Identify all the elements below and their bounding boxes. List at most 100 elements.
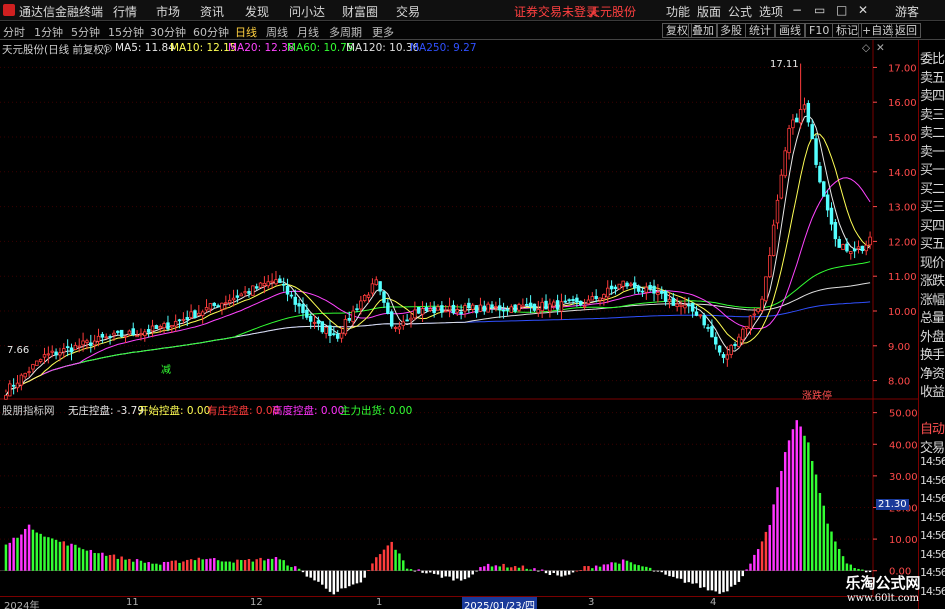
period-tab-5min[interactable]: 5分钟 xyxy=(71,24,100,40)
menu-item-jiaoyi[interactable]: 交易 xyxy=(396,3,420,20)
side-panel-item[interactable]: 涨跌 xyxy=(920,270,945,289)
side-panel-item[interactable]: 买五 xyxy=(920,233,945,252)
period-tab-30min[interactable]: 30分钟 xyxy=(150,24,186,40)
guest-label[interactable]: 游客 xyxy=(895,3,919,20)
indicator-bar xyxy=(556,570,559,576)
indicator-bar xyxy=(189,559,193,571)
side-panel-item[interactable]: 净资 xyxy=(920,363,945,382)
side-panel-item[interactable]: 现价 xyxy=(920,252,945,271)
kline-chart-area[interactable]: 8.00 9.00 10.00 11.00 12.00 13.00 14.00 15.00 16… xyxy=(0,40,918,596)
indicator-bar xyxy=(128,558,131,571)
side-panel-item[interactable]: 买四 xyxy=(920,215,945,234)
side-panel-item[interactable]: 卖四 xyxy=(920,85,945,104)
indicator-bar xyxy=(745,569,748,571)
close-icon[interactable]: ✕ xyxy=(858,3,868,17)
side-panel-item[interactable]: 总量 xyxy=(920,307,945,326)
login-status[interactable]: 证券交易未登录 xyxy=(514,3,598,20)
side-panel-item[interactable]: 卖五 xyxy=(920,67,945,86)
side-panel-item[interactable]: 收益 xyxy=(920,381,945,400)
indicator-bar xyxy=(398,553,401,571)
indicator-bar xyxy=(224,561,228,571)
menu-item-hangqing[interactable]: 行情 xyxy=(113,3,137,20)
chart-close-icon[interactable]: ✕ xyxy=(876,42,885,54)
indicator-bar xyxy=(97,553,100,571)
side-panel-item[interactable]: 14:56 xyxy=(920,474,945,487)
date-label: 1 xyxy=(376,597,383,608)
tool-tongji-button[interactable]: 统计 xyxy=(745,23,775,38)
side-panel-item[interactable]: 交易 xyxy=(920,437,945,456)
side-panel-item[interactable]: 换手 xyxy=(920,344,945,363)
chart-settings-icon[interactable]: ◇ xyxy=(862,42,870,54)
restore-icon[interactable]: ▭ xyxy=(814,3,825,17)
candle-body xyxy=(594,295,598,300)
indicator-bar xyxy=(614,562,617,571)
candle-body xyxy=(351,310,355,323)
period-tab-fenshi[interactable]: 分时 xyxy=(3,24,25,40)
candle-body xyxy=(193,310,197,319)
side-panel-item[interactable]: 买一 xyxy=(920,159,945,178)
indicator-bar xyxy=(409,569,413,571)
side-panel-item[interactable]: 涨幅 xyxy=(920,289,945,308)
menu-item-xuanxiang[interactable]: 选项 xyxy=(759,3,783,20)
side-panel-item[interactable]: 外盘 xyxy=(920,326,945,345)
tool-back-button[interactable]: 返回 xyxy=(891,23,921,38)
tool-diejia-button[interactable]: 叠加 xyxy=(688,23,718,38)
period-tab-15min[interactable]: 15分钟 xyxy=(108,24,144,40)
tool-duogu-button[interactable]: 多股 xyxy=(716,23,746,38)
indicator-bar xyxy=(359,570,363,583)
tool-huaxian-button[interactable]: 画线 xyxy=(775,23,805,38)
side-panel-item[interactable]: 委比 xyxy=(920,48,945,67)
side-panel-item[interactable]: 14:56 xyxy=(920,492,945,505)
indicator-bar xyxy=(321,570,324,585)
period-tab-weekly[interactable]: 周线 xyxy=(266,24,288,40)
side-panel-item[interactable]: 14:56 xyxy=(920,529,945,542)
menu-item-faxian[interactable]: 发现 xyxy=(245,3,269,20)
period-tab-1min[interactable]: 1分钟 xyxy=(34,24,63,40)
menu-item-gongneng[interactable]: 功能 xyxy=(666,3,690,20)
indicator-bar xyxy=(270,558,274,571)
candle-body xyxy=(629,283,633,286)
indicator-bar xyxy=(529,569,532,571)
indicator-bar xyxy=(706,570,710,591)
indicator-bar xyxy=(456,570,459,579)
side-panel-item[interactable]: 14:56 xyxy=(920,548,945,561)
menu-item-banmian[interactable]: 版面 xyxy=(697,3,721,20)
side-panel-item[interactable]: 自动 xyxy=(920,418,945,437)
indicator-bar xyxy=(263,560,266,571)
candle-body xyxy=(27,371,31,374)
price-axis-tick: 17.00 xyxy=(888,63,917,74)
menu-item-caifuquan[interactable]: 财富圈 xyxy=(342,3,378,20)
period-tab-daily[interactable]: 日线 xyxy=(235,24,257,40)
indicator-bar xyxy=(23,528,27,571)
legend-toggle-icon[interactable]: ◎ xyxy=(103,42,112,54)
period-tab-more[interactable]: 更多 xyxy=(372,24,394,40)
side-panel-item[interactable]: 14:56 xyxy=(920,455,945,468)
menu-item-wenxiaoda[interactable]: 问小达 xyxy=(289,3,325,20)
side-panel-item[interactable]: 14:56 xyxy=(920,511,945,524)
candle-body xyxy=(143,331,147,336)
side-panel-item[interactable]: 卖二 xyxy=(920,122,945,141)
minimize-icon[interactable]: − xyxy=(792,3,802,17)
candle-body xyxy=(825,194,830,211)
indicator-bar xyxy=(286,565,289,571)
indicator-bar xyxy=(521,565,525,571)
side-panel-item[interactable]: 卖三 xyxy=(920,104,945,123)
period-tab-monthly[interactable]: 月线 xyxy=(297,24,319,40)
side-panel-item[interactable]: 卖一 xyxy=(920,141,945,160)
menu-item-gongshi[interactable]: 公式 xyxy=(728,3,752,20)
maximize-icon[interactable]: □ xyxy=(836,3,847,17)
side-panel-item[interactable]: 买二 xyxy=(920,178,945,197)
candle-body xyxy=(795,117,799,123)
indicator-bar xyxy=(413,570,417,572)
period-tab-multi[interactable]: 多周期 xyxy=(329,24,362,40)
menu-item-zixun[interactable]: 资讯 xyxy=(200,3,224,20)
candle-body xyxy=(262,282,267,287)
indicator-bar xyxy=(575,570,579,572)
indicator-bar xyxy=(479,567,482,571)
candle-body xyxy=(690,302,695,312)
period-tab-60min[interactable]: 60分钟 xyxy=(193,24,229,40)
candle-body xyxy=(671,297,676,306)
tool-f10-button[interactable]: F10 xyxy=(805,23,834,38)
side-panel-item[interactable]: 买三 xyxy=(920,196,945,215)
menu-item-shichang[interactable]: 市场 xyxy=(156,3,180,20)
